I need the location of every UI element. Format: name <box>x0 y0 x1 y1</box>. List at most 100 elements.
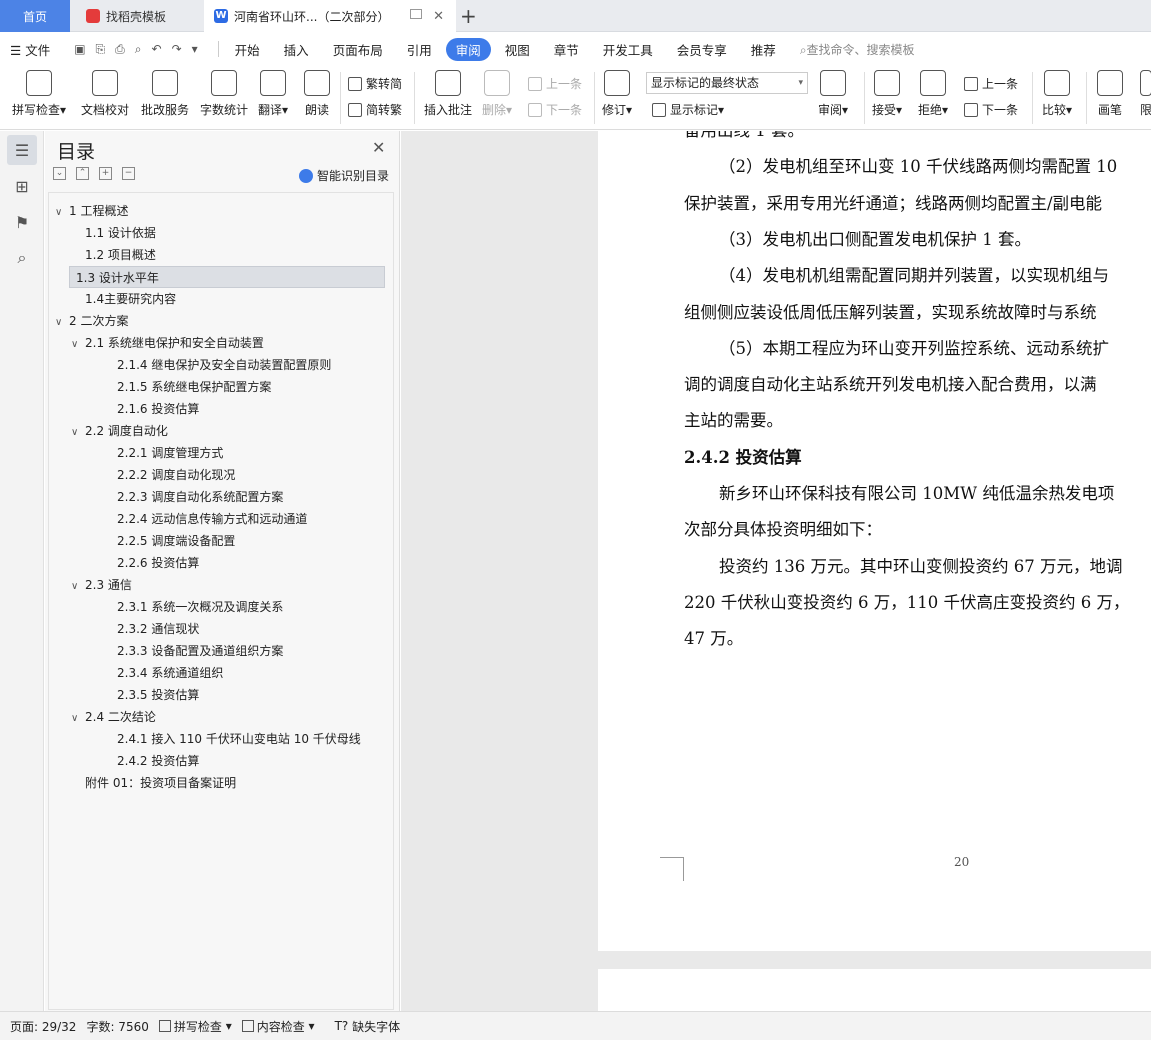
menu-insert[interactable]: 插入 <box>284 40 309 59</box>
reject-button[interactable]: 拒绝▾ <box>918 70 948 118</box>
spell-check-button[interactable]: 拼写检查▾ <box>12 70 66 118</box>
read-aloud-label: 朗读 <box>304 103 329 117</box>
toc-item[interactable]: 2.2.5 调度端设备配置 <box>117 530 235 552</box>
toc-item[interactable]: 1.2 项目概述 <box>85 244 156 266</box>
toc-panel-icon[interactable]: ☰ <box>7 135 37 165</box>
menu-developer[interactable]: 开发工具 <box>603 40 653 59</box>
review-pane-button[interactable]: 审阅▾ <box>818 70 848 118</box>
close-icon[interactable]: ✕ <box>372 138 385 157</box>
menu-references[interactable]: 引用 <box>407 40 432 59</box>
toc-item[interactable]: 2.3.2 通信现状 <box>117 618 199 640</box>
tab-bar: 首页 找稻壳模板 W 河南省环山环...（二次部分） ✕ + <box>0 0 1151 32</box>
chevron-down-icon[interactable]: ∨ <box>71 576 85 598</box>
toc-item[interactable]: 1.4主要研究内容 <box>85 288 176 310</box>
toc-item[interactable]: 2.2.2 调度自动化现况 <box>117 464 235 486</box>
toc-item[interactable]: ∨ 2.4 二次结论 <box>71 706 156 728</box>
toc-item[interactable]: 2.2.6 投资估算 <box>117 552 199 574</box>
toc-item[interactable]: ∨ 2.3 通信 <box>71 574 132 596</box>
chevron-down-icon[interactable]: ∨ <box>55 312 69 334</box>
accept-button[interactable]: 接受▾ <box>872 70 902 118</box>
toc-item[interactable]: 附件 01：投资项目备案证明 <box>85 772 236 794</box>
doc-proof-button[interactable]: 文档校对 <box>81 70 129 118</box>
bookmark-icon[interactable]: ⚑ <box>7 207 37 237</box>
next-comment-button[interactable]: 下一条 <box>528 101 582 118</box>
track-changes-button[interactable]: 修订▾ <box>602 70 632 118</box>
toc-item[interactable]: 2.3.4 系统通道组织 <box>117 662 223 684</box>
menu-review[interactable]: 审阅 <box>445 37 491 61</box>
next-change-button[interactable]: 下一条 <box>964 101 1018 118</box>
toc-item[interactable]: 2.2.4 远动信息传输方式和远动通道 <box>117 508 307 530</box>
menu-start[interactable]: 开始 <box>235 40 260 59</box>
more-icon[interactable]: ▾ <box>192 42 198 57</box>
markup-state-select[interactable]: 显示标记的最终状态 ▾ <box>646 72 808 94</box>
redo-icon[interactable]: ↷ <box>172 42 182 57</box>
toc-item[interactable]: 2.3.5 投资估算 <box>117 684 199 706</box>
export-icon[interactable]: ⎘ <box>96 42 106 57</box>
word-count-button[interactable]: 字数统计 <box>200 70 248 118</box>
page-indicator[interactable]: 页面: 29/32 <box>10 1018 76 1035</box>
toc-item[interactable]: ∨ 2 二次方案 <box>55 310 128 332</box>
status-content-check[interactable]: 内容检查 ▾ <box>241 1018 315 1035</box>
document-page[interactable]: 20 备用出线 1 套。 （2）发电机组至环山变 10 千伏线路两侧均需配置 10… <box>598 131 1151 951</box>
chapter-nav-icon[interactable]: ⊞ <box>7 171 37 201</box>
toc-item[interactable]: 2.2.1 调度管理方式 <box>117 442 223 464</box>
remove-heading-icon[interactable]: − <box>122 167 135 180</box>
compare-button[interactable]: 比较▾ <box>1042 70 1072 118</box>
menu-member[interactable]: 会员专享 <box>677 40 727 59</box>
print-icon[interactable]: ⎙ <box>115 42 125 57</box>
save-icon[interactable]: ▣ <box>74 42 85 57</box>
prev-change-button[interactable]: 上一条 <box>964 75 1018 92</box>
menu-view[interactable]: 视图 <box>505 40 530 59</box>
trad-to-simp-button[interactable]: 繁转简 <box>348 75 402 92</box>
insert-comment-button[interactable]: 插入批注 <box>424 70 472 118</box>
chevron-down-icon[interactable]: ∨ <box>71 334 85 356</box>
simp-to-trad-button[interactable]: 简转繁 <box>348 101 402 118</box>
chevron-down-icon[interactable]: ∨ <box>71 422 85 444</box>
toc-item[interactable]: ∨ 2.1 系统继电保护和安全自动装置 <box>71 332 264 354</box>
restrict-button[interactable]: 限 <box>1140 70 1151 118</box>
tab-document[interactable]: W 河南省环山环...（二次部分） ✕ <box>204 0 456 32</box>
toc-item[interactable]: ∨ 2.2 调度自动化 <box>71 420 168 442</box>
expand-up-icon[interactable]: ⌃ <box>76 167 89 180</box>
preview-icon[interactable]: ⌕ <box>135 42 142 57</box>
menu-recommend[interactable]: 推荐 <box>751 40 776 59</box>
window-pin-icon[interactable] <box>410 9 422 19</box>
toc-item[interactable]: 2.2.3 调度自动化系统配置方案 <box>117 486 283 508</box>
new-tab-icon[interactable]: + <box>460 4 477 28</box>
status-missing-font[interactable]: T? 缺失字体 <box>335 1018 401 1035</box>
translate-button[interactable]: 翻译▾ <box>258 70 288 118</box>
word-count-indicator[interactable]: 字数: 7560 <box>86 1018 148 1035</box>
toc-item[interactable]: 2.1.6 投资估算 <box>117 398 199 420</box>
close-tab-icon[interactable]: ✕ <box>433 9 444 24</box>
menu-page-layout[interactable]: 页面布局 <box>333 40 383 59</box>
toc-item[interactable]: 2.4.1 接入 110 千伏环山变电站 10 千伏母线 <box>117 728 361 750</box>
show-markup-button[interactable]: 显示标记 ▾ <box>652 101 724 118</box>
file-menu[interactable]: ☰ 文件 <box>10 40 50 59</box>
pen-button[interactable]: 画笔 <box>1097 70 1123 118</box>
search-icon[interactable]: ⌕ <box>7 243 37 273</box>
add-heading-icon[interactable]: + <box>99 167 112 180</box>
toc-item[interactable]: 2.1.4 继电保护及安全自动装置配置原则 <box>117 354 331 376</box>
toc-item[interactable]: 1.3 设计水平年 <box>69 266 385 288</box>
toc-item[interactable]: 1.1 设计依据 <box>85 222 156 244</box>
smart-recognize-button[interactable]: 智能识别目录 <box>299 167 389 184</box>
undo-icon[interactable]: ↶ <box>152 42 162 57</box>
read-aloud-button[interactable]: 朗读 <box>304 70 330 118</box>
status-spell-check[interactable]: 拼写检查 ▾ <box>158 1018 232 1035</box>
document-canvas[interactable]: 20 备用出线 1 套。 （2）发电机组至环山变 10 千伏线路两侧均需配置 10… <box>401 131 1151 1029</box>
toc-item[interactable]: 2.4.2 投资估算 <box>117 750 199 772</box>
chevron-down-icon[interactable]: ∨ <box>71 708 85 730</box>
prev-comment-button[interactable]: 上一条 <box>528 75 582 92</box>
menu-section[interactable]: 章节 <box>554 40 579 59</box>
review-service-button[interactable]: 批改服务 <box>141 70 189 118</box>
chevron-down-icon[interactable]: ∨ <box>55 202 69 224</box>
command-search[interactable]: ⌕查找命令、搜索模板 <box>800 41 915 58</box>
toc-item[interactable]: 2.3.3 设备配置及通道组织方案 <box>117 640 283 662</box>
toc-item[interactable]: ∨ 1 工程概述 <box>55 200 128 222</box>
delete-comment-button[interactable]: 删除▾ <box>482 70 512 118</box>
toc-item[interactable]: 2.3.1 系统一次概况及调度关系 <box>117 596 283 618</box>
collapse-all-icon[interactable]: ⌄ <box>53 167 66 180</box>
tab-home[interactable]: 首页 <box>0 0 70 32</box>
toc-item[interactable]: 2.1.5 系统继电保护配置方案 <box>117 376 271 398</box>
tab-template[interactable]: 找稻壳模板 <box>72 0 202 32</box>
